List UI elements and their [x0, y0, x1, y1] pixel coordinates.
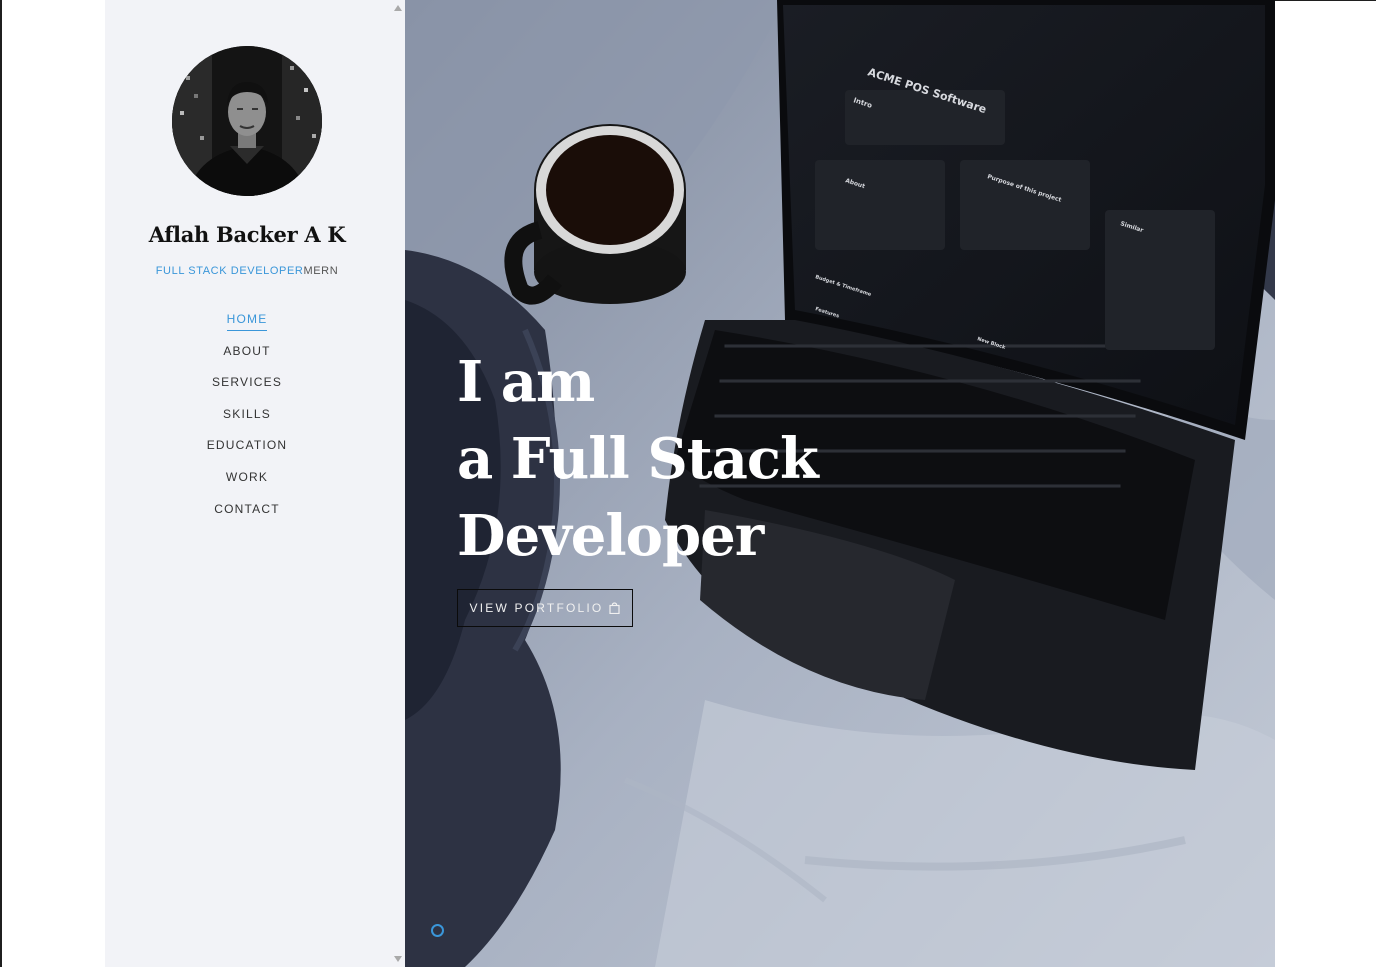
- slider-indicator-dot[interactable]: [431, 924, 444, 937]
- profile-role: FULL STACK DEVELOPERMERN: [105, 265, 389, 277]
- view-portfolio-label: VIEW PORTFOLIO: [469, 601, 604, 615]
- window-edge: [0, 0, 2, 967]
- nav-item-about: ABOUT: [105, 342, 389, 374]
- sidebar: Aflah Backer A K FULL STACK DEVELOPERMER…: [105, 0, 405, 967]
- hero-section: ACME POS Software Intro About Purpose of…: [405, 0, 1275, 967]
- nav-link-education[interactable]: EDUCATION: [207, 436, 288, 456]
- nav-link-contact[interactable]: CONTACT: [214, 500, 280, 520]
- nav-item-education: EDUCATION: [105, 436, 389, 468]
- nav-link-home[interactable]: HOME: [226, 310, 268, 331]
- role-title: FULL STACK DEVELOPER: [155, 265, 304, 277]
- nav-item-skills: SKILLS: [105, 405, 389, 437]
- scroll-down-arrow-icon[interactable]: [394, 956, 402, 962]
- nav-item-home: HOME: [105, 310, 389, 342]
- hero-heading: I am a Full Stack Developer: [457, 344, 819, 575]
- hero-line-1: I am: [457, 349, 595, 415]
- scroll-up-arrow-icon[interactable]: [394, 5, 402, 11]
- main-nav: HOME ABOUT SERVICES SKILLS EDUCATION WOR…: [105, 310, 389, 531]
- view-portfolio-button[interactable]: VIEW PORTFOLIO: [457, 589, 633, 627]
- window-top-edge: [1275, 0, 1376, 1]
- nav-item-services: SERVICES: [105, 373, 389, 405]
- avatar: [172, 46, 322, 196]
- nav-item-contact: CONTACT: [105, 500, 389, 532]
- nav-link-work[interactable]: WORK: [226, 468, 268, 488]
- page: Aflah Backer A K FULL STACK DEVELOPERMER…: [0, 0, 1376, 967]
- nav-link-about[interactable]: ABOUT: [223, 342, 270, 362]
- role-stack-tag: MERN: [303, 265, 339, 277]
- shopping-bag-icon: [609, 602, 621, 615]
- hero-line-2: a Full Stack: [457, 426, 819, 492]
- profile-name: Aflah Backer A K: [148, 222, 346, 247]
- hero-line-3: Developer: [457, 503, 764, 569]
- nav-link-services[interactable]: SERVICES: [212, 373, 282, 393]
- nav-item-work: WORK: [105, 468, 389, 500]
- nav-link-skills[interactable]: SKILLS: [223, 405, 271, 425]
- profile-photo: [172, 46, 322, 196]
